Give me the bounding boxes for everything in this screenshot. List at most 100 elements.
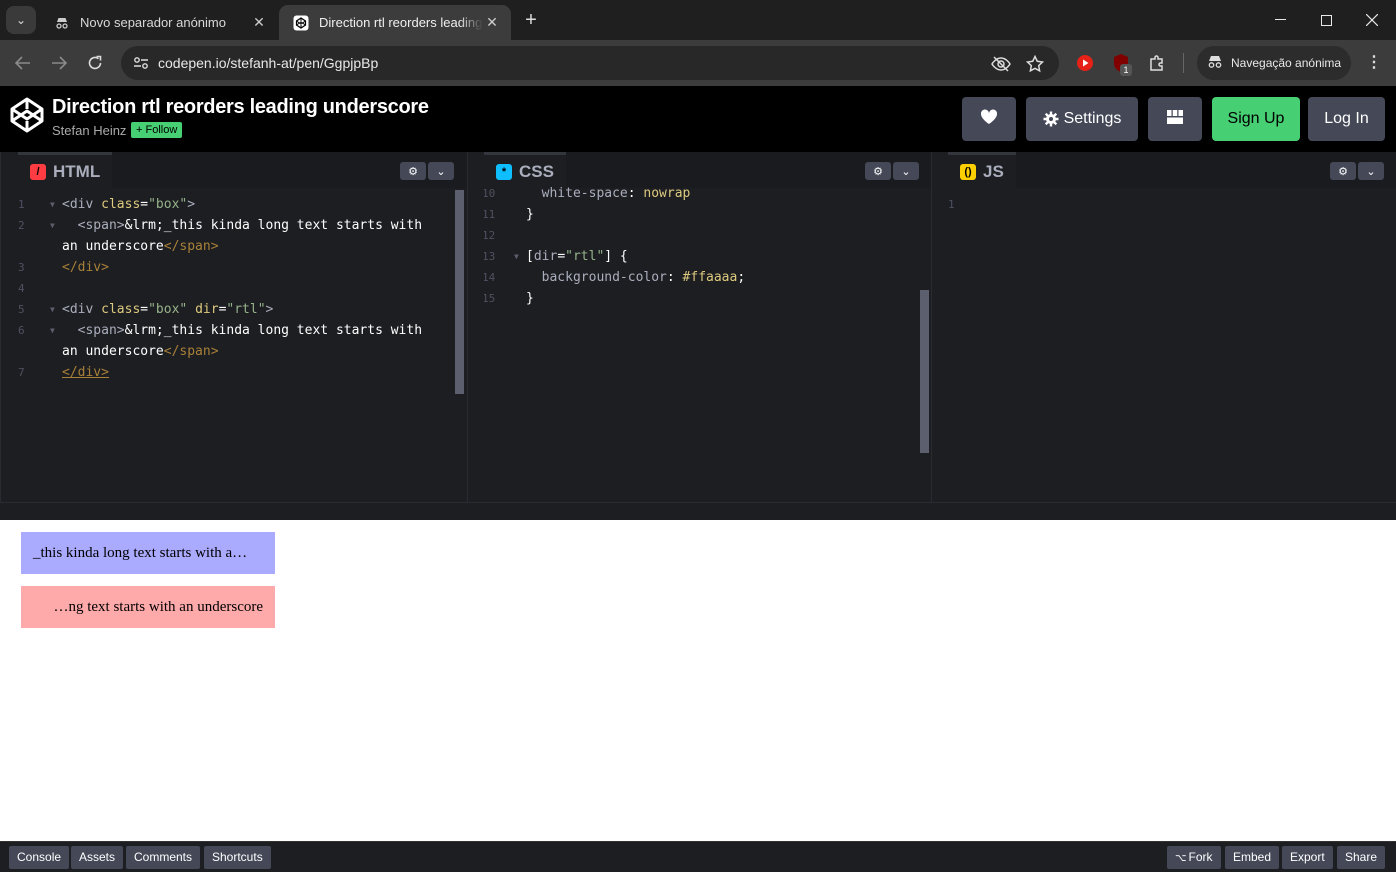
eye-off-icon[interactable] — [991, 54, 1011, 74]
code-line: 2 ▼ <span>&lrm;_this kinda long text star… — [18, 215, 449, 236]
fold-icon[interactable]: ▼ — [50, 299, 55, 320]
line-number: 1 — [18, 198, 25, 211]
maximize-icon[interactable] — [1303, 0, 1349, 40]
js-editor-tab[interactable]: () JS — [948, 152, 1016, 188]
minimize-icon[interactable] — [1257, 0, 1303, 40]
log-in-button[interactable]: Log In — [1308, 97, 1385, 141]
code-token: #ffaaaa — [682, 270, 738, 285]
tab-search-button[interactable]: ⌄ — [6, 6, 36, 34]
ltr-box: _this kinda long text starts with a… — [21, 532, 275, 574]
code-line: 1 — [948, 194, 1378, 215]
line-number: 1 — [948, 198, 955, 211]
extensions-puzzle-icon[interactable] — [1146, 52, 1168, 74]
editor-label: CSS — [519, 161, 554, 181]
editor-settings-gear-icon[interactable]: ⚙ — [865, 162, 891, 180]
window-close-icon[interactable] — [1349, 0, 1395, 40]
js-code[interactable]: 1 — [948, 194, 1378, 215]
browser-toolbar: codepen.io/stefanh-at/pen/GgpjpBp 1 Nave… — [0, 40, 1396, 86]
settings-label: Settings — [1063, 110, 1122, 127]
codepen-logo-icon[interactable] — [8, 96, 46, 134]
back-arrow-icon[interactable] — [11, 51, 35, 75]
scrollbar[interactable] — [920, 290, 929, 453]
chevron-down-icon: ⌄ — [15, 13, 27, 27]
close-icon[interactable]: ✕ — [483, 14, 501, 31]
reload-icon[interactable] — [83, 51, 107, 75]
forward-arrow-icon[interactable] — [47, 51, 71, 75]
editor-settings-gear-icon[interactable]: ⚙ — [400, 162, 426, 180]
code-line: an underscore</span> — [18, 236, 449, 257]
site-settings-icon[interactable] — [129, 51, 153, 75]
embed-button[interactable]: Embed — [1225, 846, 1280, 869]
code-token: } — [526, 207, 534, 222]
html-badge-icon: / — [30, 163, 46, 180]
sign-up-button[interactable]: Sign Up — [1212, 97, 1300, 141]
more-menu-icon[interactable]: ⋮ — [1364, 52, 1384, 74]
code-line: 6 ▼ <span>&lrm;_this kinda long text star… — [18, 320, 449, 341]
css-badge-icon: * — [496, 163, 512, 180]
tab-codepen[interactable]: Direction rtl reorders leading underscor… — [279, 5, 511, 40]
share-button[interactable]: Share — [1337, 846, 1386, 869]
new-tab-plus-icon[interactable]: + — [520, 9, 542, 31]
address-bar[interactable]: codepen.io/stefanh-at/pen/GgpjpBp — [121, 46, 1059, 80]
css-code[interactable]: 10 white-space: nowrap 11} 12 13 ▼ [dir="r… — [484, 183, 911, 309]
code-line: 4 — [18, 278, 449, 299]
js-badge-icon: () — [960, 163, 976, 180]
scrollbar[interactable] — [455, 190, 464, 394]
incognito-indicator[interactable]: Navegação anónima — [1197, 46, 1351, 80]
code-line: 13 ▼ [dir="rtl"] { — [484, 246, 911, 267]
like-button[interactable] — [962, 97, 1016, 141]
heart-icon — [980, 108, 998, 130]
youtube-extension-icon[interactable] — [1074, 52, 1096, 74]
code-token: <div — [62, 302, 102, 317]
line-number: 15 — [484, 292, 496, 305]
editor-header: () JS ⚙ ⌄ — [948, 152, 1396, 188]
ublock-extension-icon[interactable]: 1 — [1110, 52, 1132, 76]
layout-grid-icon — [1167, 109, 1183, 129]
line-number: 12 — [484, 229, 496, 242]
editor-collapse-chevron-icon[interactable]: ⌄ — [428, 162, 454, 180]
editor-label: HTML — [53, 161, 101, 181]
html-code[interactable]: 1 ▼ <div class="box"> 2 ▼ <span>&lrm;_this … — [18, 194, 449, 383]
export-button[interactable]: Export — [1282, 846, 1333, 869]
fork-button[interactable]: ⌥ Fork — [1167, 846, 1221, 869]
close-icon[interactable]: ✕ — [250, 14, 268, 31]
comments-button[interactable]: Comments — [126, 846, 201, 869]
editor-resizer[interactable] — [0, 152, 18, 502]
editor-collapse-chevron-icon[interactable]: ⌄ — [893, 162, 919, 180]
box-text: …ng text starts with an underscore — [53, 598, 263, 615]
code-token: </div> — [62, 365, 109, 380]
code-token: ] { — [604, 249, 628, 264]
code-token: </span> — [163, 344, 219, 359]
tab-incognito-new[interactable]: Novo separador anónimo ✕ — [40, 5, 278, 40]
incognito-label: Navegação anónima — [1231, 56, 1342, 70]
html-editor: / HTML ⚙ ⌄ 1 ▼ <div class="box"> 2 ▼ <span>… — [18, 152, 467, 502]
js-editor: () JS ⚙ ⌄ 1 — [948, 152, 1396, 502]
rtl-box: …ng text starts with an underscore — [21, 586, 275, 628]
shortcuts-button[interactable]: Shortcuts — [204, 846, 271, 869]
code-token: : — [627, 186, 644, 201]
code-token: : — [666, 270, 683, 285]
editor-settings-gear-icon[interactable]: ⚙ — [1330, 162, 1356, 180]
tab-title: Novo separador anónimo — [80, 15, 226, 30]
editor-resizer[interactable] — [467, 152, 484, 502]
pen-author[interactable]: Stefan Heinz — [52, 123, 126, 138]
layout-button[interactable] — [1148, 97, 1202, 141]
code-line: 3 </div> — [18, 257, 449, 278]
code-token: class — [101, 302, 141, 317]
assets-button[interactable]: Assets — [71, 846, 124, 869]
code-token: background-color — [526, 270, 667, 285]
console-button[interactable]: Console — [9, 846, 70, 869]
preview-resize-bar[interactable] — [0, 502, 1396, 520]
fold-icon[interactable]: ▼ — [514, 246, 519, 267]
editor-resizer[interactable] — [931, 152, 948, 502]
editor-collapse-chevron-icon[interactable]: ⌄ — [1358, 162, 1384, 180]
code-token: &lrm;_this kinda long text starts with — [124, 323, 423, 338]
html-editor-tab[interactable]: / HTML — [18, 152, 113, 188]
fold-icon[interactable]: ▼ — [50, 194, 55, 215]
fold-icon[interactable]: ▼ — [50, 215, 55, 236]
pen-title[interactable]: Direction rtl reorders leading underscor… — [52, 96, 429, 119]
fold-icon[interactable]: ▼ — [50, 320, 55, 341]
bookmark-star-icon[interactable] — [1025, 54, 1045, 74]
settings-button[interactable]: Settings — [1026, 97, 1138, 141]
follow-button[interactable]: + Follow — [131, 122, 183, 138]
